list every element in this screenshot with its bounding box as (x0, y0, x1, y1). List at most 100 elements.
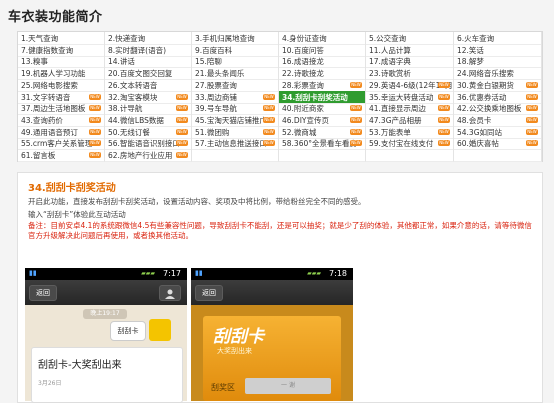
card-title: 刮刮卡-大奖刮出来 (38, 360, 122, 371)
feature-label: 57.主动信息推送接口 (195, 139, 267, 149)
feature-label: 37.周边生活地图板 (21, 104, 86, 114)
new-badge: NEW (438, 81, 450, 88)
message-time: 晚上19:17 (83, 309, 127, 319)
card-date: 3月26日 (38, 380, 62, 387)
new-badge: NEW (263, 93, 275, 100)
section-instruction: 输入“刮刮卡”体验此互动活动 (28, 210, 126, 219)
feature-label: 54.3G如同站 (457, 127, 503, 137)
feature-label: 19.机器人学习功能 (21, 69, 86, 79)
feature-label: 36.优惠券活动 (457, 92, 507, 102)
feature-label: 34.刮刮卡刮奖活动 (282, 92, 348, 102)
feature-label: 15.陪聊 (195, 57, 222, 67)
new-badge: NEW (350, 140, 362, 147)
scratch-navbar: 返回 (191, 280, 353, 305)
section-note: 备注：目前安卓4.1的系统跟微信4.5有些兼容性问题，导致刮刮卡不能刮，还是可以… (28, 221, 532, 240)
page-title: 车衣装功能简介 (8, 10, 103, 25)
feature-label: 14.讲话 (108, 57, 135, 67)
phone-screenshot-scratch: ▮▮ ▰▰▰ 7:18 返回 刮刮卡 大奖刮出来 刮奖区 一 谢 (191, 268, 353, 401)
new-badge: NEW (89, 128, 101, 135)
feature-item[interactable]: 62.房地产行业应用 NEW (105, 149, 192, 162)
new-badge: NEW (89, 152, 101, 158)
feature-item[interactable]: 61.留言板 NEW (18, 149, 105, 162)
feature-label: 21.最头条闻乐 (195, 69, 245, 79)
feature-label: 18.解梦 (457, 57, 484, 67)
feature-label: 59.支付宝在线支付 (369, 139, 434, 149)
feature-label: 9.百度百科 (195, 45, 233, 55)
feature-grid: 1.天气查询 2.快递查询 3.手机归属地查询 4.身份证查询 5.公交查询 6.火车查询… (17, 31, 543, 162)
feature-label: 60.婚庆喜帖 (457, 139, 499, 149)
feature-label: 31.文字转语音 (21, 92, 71, 102)
phone-screenshot-chat: ▮▮ ▰▰▰ 7:17 返回 晚上19:17 刮刮卡 刮刮卡-大奖刮出来 3月2… (25, 268, 187, 403)
new-badge: NEW (350, 81, 362, 88)
new-badge: NEW (263, 128, 275, 135)
new-badge: NEW (350, 128, 362, 135)
feature-label: 13.糗事 (21, 57, 48, 67)
new-badge: NEW (438, 116, 450, 123)
battery-icon: ▰▰▰ (307, 270, 321, 277)
feature-label: 62.房地产行业应用 (108, 151, 173, 160)
section-title: 34.刮刮卡刮奖活动 (28, 183, 116, 194)
battery-icon: ▰▰▰ (141, 270, 155, 277)
feature-label: 42.公交换乘地图板 (457, 104, 522, 114)
feature-label: 32.淘宝客模块 (108, 92, 158, 102)
feature-label: 16.成语接龙 (282, 57, 324, 67)
feature-label: 58.360°全景看车看房 (282, 139, 357, 149)
new-badge: NEW (526, 105, 538, 112)
new-badge: NEW (176, 116, 188, 123)
feature-label: 48.会员卡 (457, 115, 492, 125)
new-badge: NEW (526, 81, 538, 88)
new-badge: NEW (263, 105, 275, 112)
feature-label: 33.周边商铺 (195, 92, 237, 102)
feature-label: 51.微团购 (195, 127, 230, 137)
new-badge: NEW (438, 93, 450, 100)
feature-label: 49.通用语音预订 (21, 127, 78, 137)
new-badge: NEW (438, 128, 450, 135)
feature-label: 30.黄金白银期货 (457, 80, 514, 90)
signal-icon: ▮▮ (29, 269, 37, 277)
new-badge: NEW (176, 140, 188, 147)
new-badge: NEW (89, 105, 101, 112)
feature-label: 1.天气查询 (21, 34, 59, 43)
back-button[interactable]: 返回 (195, 285, 223, 301)
feature-label: 12.笑话 (457, 45, 484, 55)
new-badge: NEW (350, 116, 362, 123)
status-time: 7:17 (163, 269, 181, 278)
back-button[interactable]: 返回 (29, 285, 57, 301)
feature-label: 23.诗歌赏析 (369, 69, 411, 79)
feature-label: 8.实时翻译(语音) (108, 45, 167, 55)
feature-label: 28.彩票查询 (282, 80, 324, 90)
feature-label: 45.宝淘天猫店铺推广 (195, 115, 267, 125)
new-badge: NEW (526, 140, 538, 147)
feature-label: 10.百度问答 (282, 45, 324, 55)
scratch-area[interactable]: 一 谢 (245, 378, 331, 394)
feature-label: 25.网络电影搜索 (21, 80, 78, 90)
user-profile-button[interactable] (159, 285, 181, 301)
feature-label: 38.计导航 (108, 104, 143, 114)
new-badge: NEW (176, 105, 188, 112)
status-time: 7:18 (329, 269, 347, 278)
new-badge: NEW (526, 93, 538, 100)
person-icon (165, 289, 175, 299)
avatar (149, 319, 171, 341)
feature-item (366, 149, 454, 162)
new-badge: NEW (176, 152, 188, 158)
feature-label: 35.幸运大转盘活动 (369, 92, 434, 102)
feature-label: 56.智能语音识别接口 (108, 139, 180, 149)
feature-item (454, 149, 542, 162)
feature-label: 39.号车导航 (195, 104, 237, 114)
new-badge: NEW (89, 140, 101, 147)
scratch-card-title: 刮刮卡 (213, 327, 264, 347)
scratch-area-label: 刮奖区 (211, 383, 235, 392)
new-badge: NEW (176, 128, 188, 135)
scratch-card-subtitle: 大奖刮出来 (217, 347, 252, 355)
signal-icon: ▮▮ (195, 269, 203, 277)
feature-label: 40.附近商家 (282, 104, 324, 114)
feature-label: 6.火车查询 (457, 34, 495, 43)
new-badge: NEW (438, 105, 450, 112)
new-badge: NEW (438, 140, 450, 147)
new-badge: NEW (176, 93, 188, 100)
feature-label: 47.3G产品相册 (369, 115, 422, 125)
feature-label: 5.公交查询 (369, 34, 407, 43)
activity-card[interactable]: 刮刮卡-大奖刮出来 3月26日 (31, 347, 183, 403)
new-badge: NEW (263, 140, 275, 147)
